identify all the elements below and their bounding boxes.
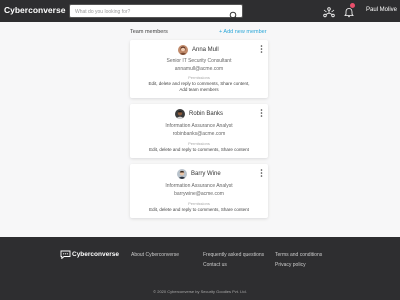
permissions-label: Permissions bbox=[188, 141, 210, 146]
member-email: robinbanks@acme.com bbox=[172, 131, 226, 137]
add-member-link[interactable]: + Add new member bbox=[219, 29, 267, 35]
avatar bbox=[177, 169, 187, 179]
member-email: annamull@acme.com bbox=[174, 66, 224, 72]
member-card: Barry Wine Information Assurance Analyst… bbox=[130, 164, 268, 218]
permissions-text: Add team members bbox=[179, 87, 219, 92]
more-vertical-icon[interactable] bbox=[260, 109, 263, 117]
member-card: Robin Banks Information Assurance Analys… bbox=[130, 104, 268, 158]
network-icon[interactable] bbox=[323, 5, 335, 18]
top-navigation-bar: Cyberconverse Paul Molive bbox=[0, 0, 400, 22]
footer-link-terms[interactable]: Terms and conditions bbox=[275, 252, 322, 258]
member-card: Anna Mull Senior IT Security Consultant … bbox=[130, 40, 268, 98]
copyright: © 2020 Cyberconverse by Security Goodies… bbox=[153, 289, 247, 294]
member-name: Barry Wine bbox=[191, 171, 221, 177]
search-box bbox=[69, 4, 243, 20]
section-title: Team members bbox=[130, 29, 168, 35]
user-menu[interactable]: Paul Molive bbox=[366, 7, 397, 13]
member-email: barrywine@acme.com bbox=[174, 191, 224, 197]
member-title: Information Assurance Analyst bbox=[165, 123, 233, 129]
cyberconverse-logo-icon bbox=[60, 250, 71, 259]
search-input[interactable] bbox=[75, 7, 215, 16]
footer-link-about[interactable]: About Cyberconverse bbox=[131, 252, 179, 258]
permissions-label: Permissions bbox=[188, 201, 210, 206]
member-name: Anna Mull bbox=[192, 47, 219, 53]
search-icon[interactable] bbox=[229, 7, 239, 20]
permissions-label: Permissions bbox=[188, 75, 210, 80]
member-name: Robin Banks bbox=[189, 111, 224, 117]
member-title: Senior IT Security Consultant bbox=[166, 58, 232, 64]
brand-logo[interactable]: Cyberconverse bbox=[4, 5, 65, 15]
footer-link-faq[interactable]: Frequently asked questions bbox=[203, 252, 264, 258]
notification-badge bbox=[350, 3, 355, 8]
avatar bbox=[175, 109, 185, 119]
permissions-text: Edit, delete and reply to comments, Shar… bbox=[149, 207, 249, 212]
footer-link-contact[interactable]: Contact us bbox=[203, 262, 227, 268]
avatar bbox=[178, 45, 188, 55]
footer-brand: Cyberconverse bbox=[72, 251, 119, 258]
more-vertical-icon[interactable] bbox=[260, 45, 263, 53]
member-title: Information Assurance Analyst bbox=[165, 183, 233, 189]
footer-link-privacy[interactable]: Privacy policy bbox=[275, 262, 306, 268]
permissions-text: Edit, delete and reply to comments, Shar… bbox=[149, 147, 249, 152]
footer: Cyberconverse About Cyberconverse Freque… bbox=[0, 237, 400, 300]
footer-logo[interactable]: Cyberconverse bbox=[60, 250, 120, 259]
more-vertical-icon[interactable] bbox=[260, 169, 263, 177]
